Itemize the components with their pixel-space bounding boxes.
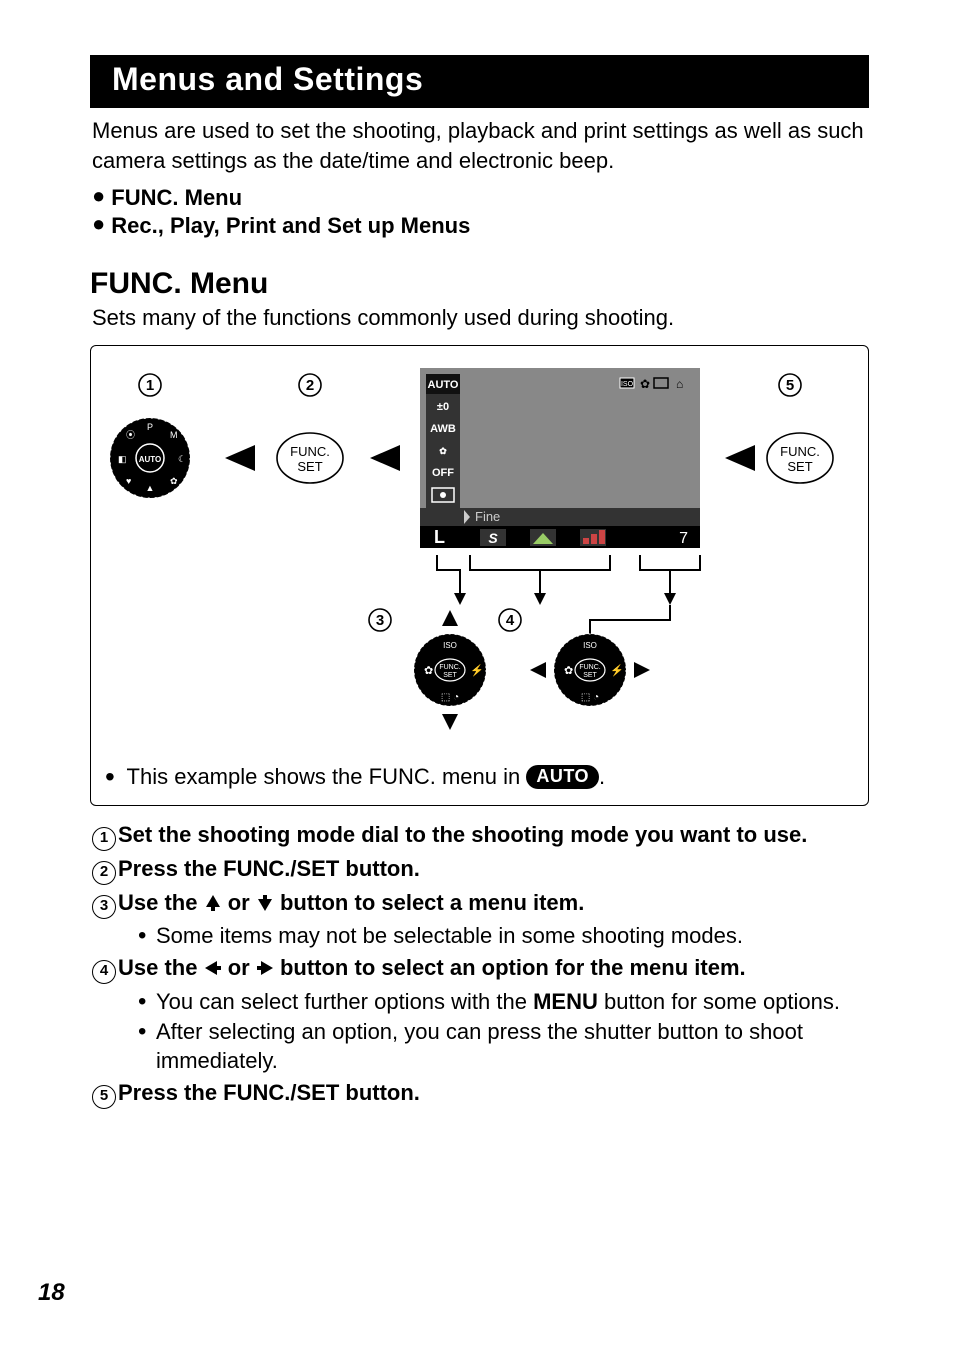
func-menu-diagram: 1 2 5 AUTO P M ☾ ✿ — [110, 360, 850, 750]
svg-text:OFF: OFF — [432, 467, 454, 479]
step-4-sub-1: • You can select further options with th… — [138, 987, 869, 1017]
svg-text:◧: ◧ — [118, 454, 127, 464]
bullet-rec-play-print: ●Rec., Play, Print and Set up Menus — [92, 213, 869, 239]
svg-text:L: L — [434, 527, 445, 547]
step-3-sub: •Some items may not be selectable in som… — [138, 921, 869, 951]
svg-text:SET: SET — [787, 459, 812, 474]
step-3: 3 Use the or button to select a menu ite… — [90, 888, 869, 918]
callout-3: 3 — [375, 612, 383, 629]
svg-text:⚡: ⚡ — [610, 664, 624, 677]
dpad-leftright-icon: FUNC. SET ISO ✿ ⚡ ⬚ ◔ — [530, 634, 650, 706]
diagram-caption: • This example shows the FUNC. menu in A… — [105, 761, 854, 793]
intro-text: Menus are used to set the shooting, play… — [92, 116, 867, 175]
arrow-right-icon — [370, 445, 400, 471]
svg-text:AUTO: AUTO — [427, 379, 458, 391]
arrow-right-icon — [225, 445, 255, 471]
dpad-updown-icon: FUNC. SET ISO ✿ ⚡ ⬚ ◔ — [414, 610, 486, 730]
svg-text:P: P — [146, 422, 152, 432]
step-4-sub-2: •After selecting an option, you can pres… — [138, 1017, 869, 1076]
step-4: 4 Use the or button to select an option … — [90, 953, 869, 983]
func-set-button-icon: FUNC. SET — [277, 433, 343, 483]
arrow-up-icon — [204, 894, 222, 912]
arrow-left-icon — [204, 959, 222, 977]
svg-text:⚡: ⚡ — [470, 664, 484, 677]
svg-text:7: 7 — [679, 530, 688, 547]
arrow-right-icon — [256, 959, 274, 977]
arrow-right-icon — [725, 445, 755, 471]
section-desc: Sets many of the functions commonly used… — [92, 305, 867, 331]
svg-text:Fine: Fine — [475, 509, 500, 524]
svg-text:SET: SET — [583, 672, 597, 679]
steps-list: 1 Set the shooting mode dial to the shoo… — [90, 820, 869, 1107]
section-heading: FUNC. Menu — [90, 267, 869, 301]
svg-text:⬚ ◔: ⬚ ◔ — [580, 692, 598, 703]
auto-mode-pill-icon: AUTO — [526, 765, 599, 789]
svg-text:♥: ♥ — [126, 476, 131, 486]
func-set-button-icon: FUNC. SET — [767, 433, 833, 483]
bullet-dot-icon: ● — [92, 213, 105, 235]
callout-2: 2 — [305, 377, 313, 394]
mode-dial-icon: AUTO P M ☾ ✿ ▲ ♥ ◧ ⦿ — [110, 418, 190, 498]
callout-4: 4 — [505, 612, 514, 629]
svg-text:⬚ ◔: ⬚ ◔ — [440, 692, 458, 703]
lcd-screen: ISO ✿ ⌂ AUTO ±0 AWB ✿ OFF — [420, 368, 700, 548]
bullet-dot-icon: ● — [92, 185, 105, 207]
page-number: 18 — [38, 1279, 65, 1307]
svg-text:ISO: ISO — [583, 641, 597, 650]
svg-text:⦿: ⦿ — [126, 430, 135, 440]
diagram-box: 1 2 5 AUTO P M ☾ ✿ — [90, 345, 869, 806]
svg-text:☾: ☾ — [178, 454, 186, 464]
svg-text:FUNC.: FUNC. — [439, 664, 460, 671]
svg-text:✿: ✿ — [640, 377, 650, 391]
svg-text:✿: ✿ — [170, 476, 178, 486]
svg-text:✿: ✿ — [439, 446, 447, 456]
svg-text:▲: ▲ — [145, 483, 154, 493]
svg-text:✿: ✿ — [564, 665, 573, 677]
arrow-down-icon — [256, 894, 274, 912]
svg-text:⌂: ⌂ — [676, 377, 683, 391]
step-1: 1 Set the shooting mode dial to the shoo… — [90, 820, 869, 850]
svg-text:SET: SET — [297, 459, 322, 474]
svg-text:±0: ±0 — [436, 401, 448, 413]
callout-5: 5 — [785, 377, 793, 394]
svg-text:FUNC.: FUNC. — [290, 444, 330, 459]
svg-text:FUNC.: FUNC. — [780, 444, 820, 459]
svg-text:AUTO: AUTO — [138, 455, 161, 464]
svg-text:ISO: ISO — [443, 641, 457, 650]
svg-text:M: M — [170, 430, 178, 440]
step-5: 5 Press the FUNC./SET button. — [90, 1078, 869, 1108]
svg-text:S: S — [488, 530, 498, 546]
svg-text:SET: SET — [443, 672, 457, 679]
svg-text:AWB: AWB — [430, 423, 456, 435]
bullet-func-menu: ●FUNC. Menu — [92, 185, 869, 211]
svg-text:FUNC.: FUNC. — [579, 664, 600, 671]
step-2: 2 Press the FUNC./SET button. — [90, 854, 869, 884]
svg-text:ISO: ISO — [620, 381, 633, 388]
page-title: Menus and Settings — [90, 55, 869, 108]
svg-text:✿: ✿ — [424, 665, 433, 677]
callout-1: 1 — [145, 377, 153, 394]
